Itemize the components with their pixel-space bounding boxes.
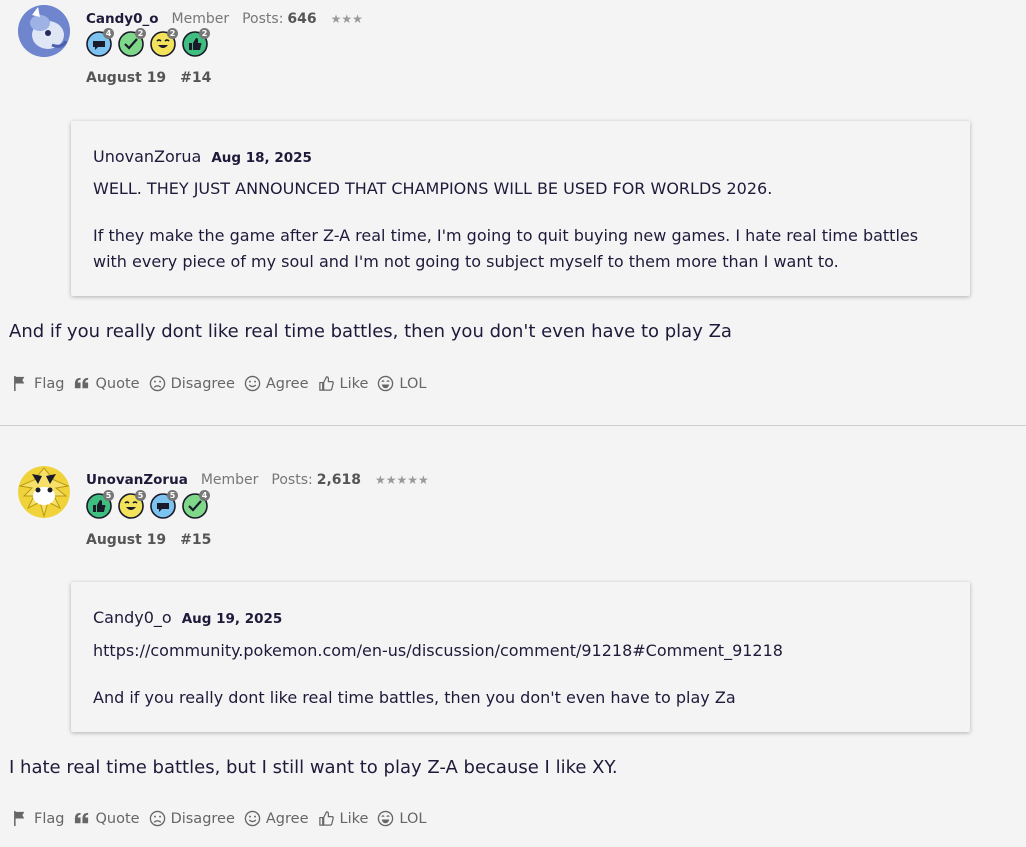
- dratini-avatar-icon: [18, 5, 70, 57]
- quote-author[interactable]: UnovanZorua: [93, 147, 201, 166]
- flag-button[interactable]: Flag: [12, 810, 64, 827]
- quote-date[interactable]: Aug 19, 2025: [182, 611, 283, 627]
- flag-label: Flag: [34, 810, 65, 827]
- user-role: Member: [200, 472, 259, 488]
- lol-label: LOL: [399, 375, 427, 392]
- author-name[interactable]: UnovanZorua: [86, 472, 188, 488]
- quote-label: Quote: [95, 375, 140, 392]
- quote-header: UnovanZorua Aug 18, 2025: [93, 147, 312, 166]
- like-label: Like: [339, 375, 369, 392]
- badge-thumbs-up[interactable]: 5: [86, 490, 114, 519]
- agree-button[interactable]: Agree: [244, 810, 309, 827]
- quote-link[interactable]: https://community.pokemon.com/en-us/disc…: [93, 638, 953, 664]
- laugh-icon: [378, 810, 394, 827]
- smile-icon: [244, 810, 261, 827]
- lol-label: LOL: [399, 810, 427, 827]
- thumbs-up-icon: [318, 376, 334, 391]
- badge-row: 4 2 2 2: [86, 28, 210, 57]
- badge-laugh[interactable]: 5: [118, 490, 146, 519]
- quote-button[interactable]: Quote: [73, 810, 140, 827]
- quote-paragraph: If they make the game after Z-A real tim…: [93, 226, 919, 271]
- disagree-button[interactable]: Disagree: [149, 810, 235, 827]
- quote-icon: [75, 377, 89, 389]
- flag-icon: [14, 375, 25, 392]
- posts-count: 2,618: [316, 472, 362, 488]
- badge-comment[interactable]: 5: [150, 490, 178, 519]
- like-button[interactable]: Like: [318, 375, 369, 392]
- agree-label: Agree: [265, 375, 309, 392]
- avatar[interactable]: [18, 466, 70, 518]
- badge-count: 2: [135, 28, 146, 39]
- post-actions: Flag Quote Disagree Agree Like LOL: [12, 375, 435, 392]
- posts-label: Posts:: [242, 11, 284, 27]
- badge-laugh[interactable]: 2: [150, 28, 178, 57]
- post-date[interactable]: August 19: [86, 532, 166, 548]
- badge-check[interactable]: 4: [182, 490, 210, 519]
- quote-block: UnovanZorua Aug 18, 2025 WELL. THEY JUST…: [71, 121, 970, 296]
- disagree-label: Disagree: [170, 810, 235, 827]
- lol-button[interactable]: LOL: [377, 375, 426, 392]
- badge-count: 4: [103, 28, 114, 39]
- quote-icon: [75, 812, 89, 824]
- lol-button[interactable]: LOL: [377, 810, 426, 827]
- post-date[interactable]: August 19: [86, 70, 166, 86]
- post-number[interactable]: #15: [180, 532, 211, 548]
- quote-button[interactable]: Quote: [73, 375, 140, 392]
- author-line: Candy0_o Member Posts: 646 ★★★: [86, 11, 363, 27]
- posts-count: 646: [287, 11, 317, 27]
- agree-button[interactable]: Agree: [244, 375, 309, 392]
- post-meta: August 19 #15: [86, 532, 211, 548]
- rank-stars: ★★★★★: [375, 473, 429, 487]
- badge-count: 4: [199, 490, 210, 501]
- frown-icon: [149, 810, 165, 827]
- badge-check[interactable]: 2: [118, 28, 146, 57]
- badge-count: 5: [103, 490, 114, 501]
- user-role: Member: [171, 11, 230, 27]
- like-button[interactable]: Like: [318, 810, 369, 827]
- flag-icon: [14, 810, 25, 827]
- post-actions: Flag Quote Disagree Agree Like LOL: [12, 810, 435, 827]
- badge-count: 5: [167, 490, 178, 501]
- badge-thumbs-up[interactable]: 2: [182, 28, 210, 57]
- post-divider: [0, 425, 1026, 426]
- badge-comment[interactable]: 4: [86, 28, 114, 57]
- quote-block: Candy0_o Aug 19, 2025 https://community.…: [71, 582, 970, 732]
- quote-label: Quote: [95, 810, 140, 827]
- posts-label: Posts:: [271, 472, 313, 488]
- like-label: Like: [339, 810, 369, 827]
- quote-header: Candy0_o Aug 19, 2025: [93, 608, 282, 627]
- post-body: I hate real time battles, but I still wa…: [9, 757, 618, 778]
- post-body: And if you really dont like real time ba…: [9, 321, 732, 342]
- agree-label: Agree: [265, 810, 309, 827]
- flag-button[interactable]: Flag: [12, 375, 64, 392]
- flag-label: Flag: [34, 375, 65, 392]
- frown-icon: [149, 375, 165, 392]
- rank-stars: ★★★: [330, 12, 363, 26]
- disagree-button[interactable]: Disagree: [149, 375, 235, 392]
- quote-paragraph: And if you really dont like real time ba…: [93, 688, 736, 707]
- laugh-icon: [378, 375, 394, 392]
- avatar[interactable]: [18, 5, 70, 57]
- jolteon-avatar-icon: [18, 466, 70, 518]
- thumbs-up-icon: [318, 811, 334, 826]
- badge-count: 5: [135, 490, 146, 501]
- badge-count: 2: [199, 28, 210, 39]
- quote-author[interactable]: Candy0_o: [93, 608, 172, 627]
- badge-count: 2: [167, 28, 178, 39]
- quote-paragraph: WELL. THEY JUST ANNOUNCED THAT CHAMPIONS…: [93, 179, 773, 198]
- post-number[interactable]: #14: [180, 70, 211, 86]
- badge-row: 5 5 5 4: [86, 490, 210, 519]
- smile-icon: [244, 375, 261, 392]
- author-name[interactable]: Candy0_o: [86, 11, 159, 27]
- quote-date[interactable]: Aug 18, 2025: [211, 150, 312, 166]
- post-meta: August 19 #14: [86, 70, 211, 86]
- disagree-label: Disagree: [170, 375, 235, 392]
- author-line: UnovanZorua Member Posts: 2,618 ★★★★★: [86, 472, 429, 488]
